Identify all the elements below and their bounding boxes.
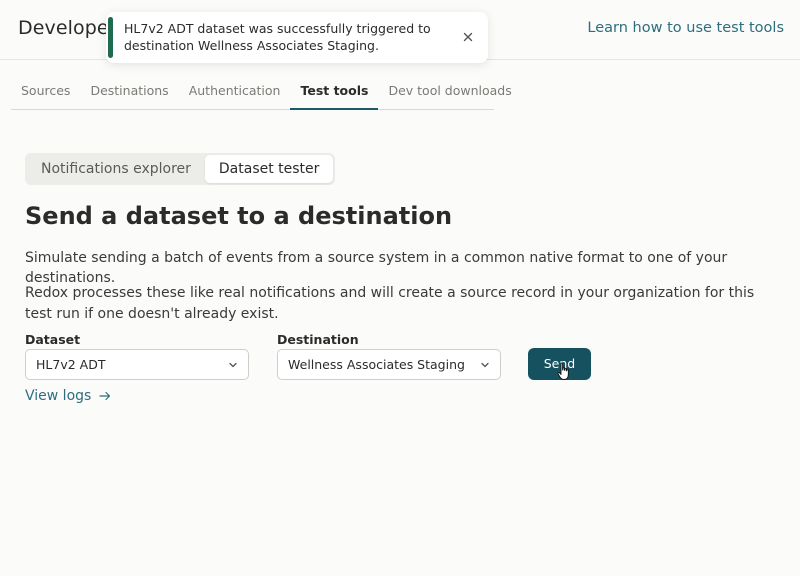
page-title: Send a dataset to a destination: [25, 202, 453, 230]
learn-test-tools-link[interactable]: Learn how to use test tools: [587, 20, 784, 36]
success-toast: HL7v2 ADT dataset was successfully trigg…: [106, 12, 488, 63]
close-icon[interactable]: [460, 29, 476, 45]
dataset-select-value: HL7v2 ADT: [36, 357, 106, 372]
destination-select-value: Wellness Associates Staging: [288, 357, 465, 372]
notifications-explorer-option[interactable]: Notifications explorer: [27, 155, 205, 183]
tab-destinations[interactable]: Destinations: [80, 73, 178, 110]
tool-switcher: Notifications explorer Dataset tester: [25, 153, 336, 185]
dataset-select[interactable]: HL7v2 ADT: [25, 349, 249, 380]
tab-sources[interactable]: Sources: [11, 73, 80, 110]
hand-cursor-icon: [557, 362, 569, 380]
description-note: Redox processes these like real notifica…: [25, 285, 755, 322]
dataset-tester-option[interactable]: Dataset tester: [204, 155, 334, 183]
dataset-label: Dataset: [25, 332, 81, 347]
app-title: Developer: [18, 17, 117, 39]
tab-test-tools[interactable]: Test tools: [290, 73, 379, 110]
tab-dev-tool-downloads[interactable]: Dev tool downloads: [378, 73, 521, 110]
toast-message: HL7v2 ADT dataset was successfully trigg…: [124, 21, 431, 53]
toast-status-bar: [108, 17, 113, 58]
description-text: Simulate sending a batch of events from …: [25, 250, 728, 286]
arrow-right-icon: [99, 391, 111, 401]
view-logs-label: View logs: [25, 388, 92, 404]
view-logs-link[interactable]: View logs: [25, 388, 111, 404]
chevron-down-icon: [229, 362, 237, 368]
destination-label: Destination: [277, 332, 359, 347]
nav-tabs: Sources Destinations Authentication Test…: [11, 73, 512, 110]
chevron-down-icon: [481, 362, 489, 368]
tab-authentication[interactable]: Authentication: [179, 73, 291, 110]
destination-select[interactable]: Wellness Associates Staging: [277, 349, 501, 380]
